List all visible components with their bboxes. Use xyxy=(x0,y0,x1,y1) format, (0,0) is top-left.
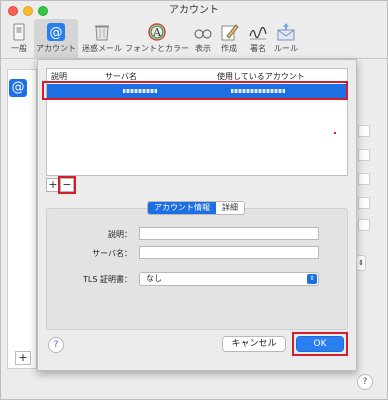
junk-trash-icon xyxy=(95,25,109,41)
background-checkbox[interactable] xyxy=(358,149,370,161)
window-title: アカウント xyxy=(169,5,219,16)
toolbar-label-rules: ルール xyxy=(274,44,298,53)
toolbar-item-rules[interactable]: ルール xyxy=(273,19,299,59)
accounts-sidebar xyxy=(7,69,37,369)
compose-pencil-icon xyxy=(221,24,239,41)
preferences-toolbar: 一般 @ アカウント 迷惑メール A フォントとカラー 表示 作成 署名 ルール xyxy=(1,19,387,59)
ok-button-highlight-box xyxy=(292,332,348,356)
description-label: 説明： xyxy=(108,230,132,239)
toolbar-label-general: 一般 xyxy=(11,44,27,53)
general-switch-icon xyxy=(13,23,25,41)
background-checkbox[interactable] xyxy=(358,173,370,185)
background-checkbox[interactable] xyxy=(358,219,370,231)
tls-certificate-label: TLS 証明書： xyxy=(83,275,132,284)
toolbar-item-accounts[interactable]: @ アカウント xyxy=(34,19,78,59)
background-add-account-button[interactable]: + xyxy=(15,351,31,365)
toolbar-label-junk: 迷惑メール xyxy=(82,44,122,53)
background-help-button[interactable]: ? xyxy=(357,374,373,390)
glasses-icon xyxy=(194,29,212,39)
toolbar-label-accounts: アカウント xyxy=(36,44,76,53)
minimize-window-icon[interactable] xyxy=(23,6,33,16)
toolbar-label-viewing: 表示 xyxy=(195,44,211,53)
tls-certificate-select[interactable]: なし ⇕ xyxy=(139,272,319,286)
toolbar-label-fonts-colors: フォントとカラー xyxy=(125,44,189,53)
fonts-colors-icon: A xyxy=(148,23,166,41)
preferences-window: アカウント 一般 @ アカウント 迷惑メール A フォントとカラー 表示 作成 xyxy=(0,0,388,400)
tab-advanced[interactable]: 詳細 xyxy=(216,202,244,214)
background-checkbox[interactable] xyxy=(358,125,370,137)
background-checkbox[interactable] xyxy=(358,197,370,209)
chevron-updown-icon: ⇕ xyxy=(307,274,317,284)
tab-account-info[interactable]: アカウント情報 xyxy=(148,202,216,214)
toolbar-item-signatures[interactable]: 署名 xyxy=(244,19,272,59)
at-sign-icon: @ xyxy=(47,23,65,41)
stray-mark xyxy=(334,132,336,134)
background-stepper[interactable]: ⇕ xyxy=(356,255,366,271)
server-name-field[interactable] xyxy=(139,246,319,259)
server-name-label: サーバ名： xyxy=(92,249,132,258)
toolbar-item-fonts-colors[interactable]: A フォントとカラー xyxy=(125,19,189,59)
toolbar-label-signatures: 署名 xyxy=(250,44,266,53)
description-field[interactable] xyxy=(139,227,319,240)
smtp-server-sheet: 説明 サーバ名 使用しているアカウント + − アカウント情報 詳細 説明： サ… xyxy=(37,59,357,371)
zoom-window-icon[interactable] xyxy=(38,6,48,16)
close-window-icon[interactable] xyxy=(8,6,18,16)
help-button[interactable]: ? xyxy=(48,337,64,353)
toolbar-label-composing: 作成 xyxy=(221,44,237,53)
svg-text:@: @ xyxy=(50,26,63,41)
title-bar: アカウント xyxy=(1,1,387,21)
rules-envelope-icon xyxy=(277,23,295,41)
toolbar-item-viewing[interactable]: 表示 xyxy=(191,19,215,59)
toolbar-item-junk[interactable]: 迷惑メール xyxy=(81,19,123,59)
selected-row-highlight-box xyxy=(42,81,348,100)
toolbar-item-general[interactable]: 一般 xyxy=(5,19,33,59)
toolbar-item-composing[interactable]: 作成 xyxy=(217,19,241,59)
remove-button-highlight-box xyxy=(58,176,76,194)
account-at-icon[interactable]: @ xyxy=(9,79,27,97)
detail-tabs: アカウント情報 詳細 xyxy=(147,201,245,215)
svg-text:A: A xyxy=(152,26,162,39)
tls-selected-value: なし xyxy=(146,274,162,283)
signature-icon xyxy=(249,26,267,40)
cancel-button[interactable]: キャンセル xyxy=(222,336,286,352)
